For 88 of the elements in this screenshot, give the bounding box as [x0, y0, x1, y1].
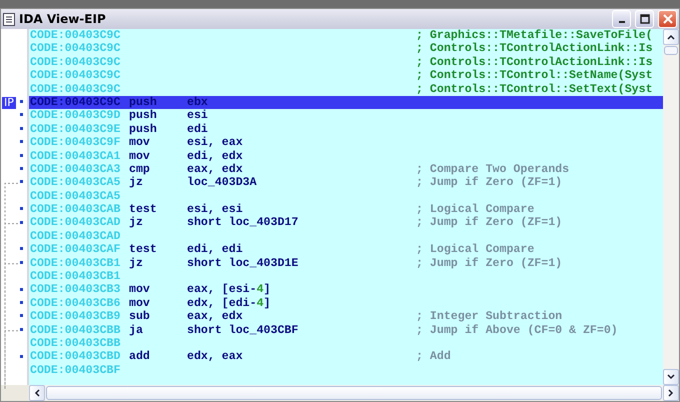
- address: CODE:00403CAD: [29, 230, 122, 244]
- chevron-right-icon: [668, 389, 674, 397]
- operands: loc_403D3A: [187, 176, 258, 190]
- window-icon: [3, 12, 15, 26]
- address: CODE:00403CB6: [29, 296, 122, 310]
- address: CODE:00403C9C: [29, 56, 122, 70]
- address: CODE:00403CBF: [29, 364, 122, 378]
- window-title: IDA View-EIP: [19, 12, 106, 26]
- operands: esi: [187, 109, 209, 123]
- mnemonic: jz: [129, 256, 144, 270]
- mnemonic: mov: [129, 296, 151, 310]
- operands: short loc_403CBF: [187, 324, 300, 337]
- mnemonic: mov: [129, 283, 151, 297]
- address: CODE:00403C9C: [29, 69, 122, 83]
- address: CODE:00403CB1: [29, 270, 122, 284]
- mnemonic: push: [129, 122, 158, 136]
- comment: ; Controls::TControlActionLink::Is: [416, 42, 653, 56]
- address: CODE:00403CAF: [29, 243, 122, 257]
- address: CODE:00403CA3: [29, 162, 122, 176]
- close-icon: [662, 14, 672, 24]
- mnemonic: cmp: [129, 162, 151, 176]
- address: CODE:00403CAB: [29, 203, 122, 216]
- chevron-left-icon: [34, 389, 40, 397]
- mnemonic: test: [129, 203, 158, 216]
- address: CODE:00403C9C: [29, 42, 122, 56]
- mnemonic: test: [129, 243, 158, 257]
- scroll-down-button[interactable]: [663, 369, 679, 385]
- minimize-button[interactable]: [612, 10, 631, 28]
- address: CODE:00403CA5: [29, 190, 122, 204]
- chevron-down-icon: [667, 374, 675, 380]
- operands: edx, [edi-4]: [187, 296, 272, 310]
- comment: ; Controls::TControlActionLink::Is: [416, 56, 653, 70]
- address: CODE:00403C9C: [29, 82, 122, 96]
- address: CODE:00403CBB: [29, 324, 122, 337]
- comment: ; Jump if Above (CF=0 & ZF=0): [416, 324, 618, 337]
- scroll-right-button[interactable]: [663, 385, 679, 401]
- scroll-left-button[interactable]: [29, 385, 45, 401]
- comment: ; Logical Compare: [416, 243, 534, 257]
- operands: short loc_403D17: [187, 216, 300, 230]
- address: CODE:00403CB9: [29, 310, 122, 324]
- comment: ; Graphics::TMetafile::SaveToFile(: [416, 29, 653, 42]
- scroll-up-button[interactable]: [663, 29, 679, 45]
- maximize-button[interactable]: [635, 10, 654, 28]
- comment: ; Add: [416, 350, 451, 364]
- comment: ; Logical Compare: [416, 203, 534, 216]
- mnemonic: jz: [129, 216, 144, 230]
- mnemonic: push: [129, 96, 158, 110]
- address: CODE:00403C9D: [29, 109, 122, 123]
- address: CODE:00403CA5: [29, 176, 122, 190]
- comment: ; Controls::TControl::SetName(Syst: [416, 69, 653, 83]
- comment: ; Controls::TControl::SetText(Syst: [416, 82, 653, 96]
- operands: eax, [esi-4]: [187, 283, 272, 297]
- address: CODE:00403CB3: [29, 283, 122, 297]
- mnemonic: push: [129, 109, 158, 123]
- address: CODE:00403C9C: [29, 96, 122, 110]
- operands: edi, edx: [187, 150, 244, 163]
- address: CODE:00403CA1: [29, 150, 122, 163]
- operands: eax, edx: [187, 310, 244, 324]
- address: CODE:00403C9F: [29, 136, 122, 150]
- operands: short loc_403D1E: [187, 256, 300, 270]
- operands: edi: [187, 122, 209, 136]
- comment: ; Integer Subtraction: [416, 310, 562, 324]
- mnemonic: jz: [129, 176, 144, 190]
- mnemonic: sub: [129, 310, 151, 324]
- operands: ebx: [187, 96, 209, 110]
- address: CODE:00403CB1: [29, 256, 122, 270]
- operands: eax, edx: [187, 162, 244, 176]
- address: CODE:00403CBD: [29, 350, 122, 364]
- chevron-up-icon: [667, 34, 675, 40]
- mnemonic: ja: [129, 324, 144, 337]
- operands: esi, esi: [187, 203, 244, 216]
- comment: ; Jump if Zero (ZF=1): [416, 216, 562, 230]
- comment: ; Jump if Zero (ZF=1): [416, 176, 562, 190]
- address: CODE:00403CAD: [29, 216, 122, 230]
- address: CODE:00403CBB: [29, 336, 122, 350]
- close-button[interactable]: [658, 10, 677, 28]
- address: CODE:00403C9E: [29, 122, 122, 136]
- mnemonic: add: [129, 350, 151, 364]
- comment: ; Jump if Zero (ZF=1): [416, 256, 562, 270]
- operands: esi, eax: [187, 136, 244, 150]
- ip-label: IP: [2, 97, 16, 109]
- address: CODE:00403C9C: [29, 29, 122, 42]
- mnemonic: mov: [129, 136, 151, 150]
- operands: edi, edi: [187, 243, 244, 257]
- comment: ; Compare Two Operands: [416, 162, 570, 176]
- maximize-icon: [640, 14, 650, 24]
- mnemonic: mov: [129, 150, 151, 163]
- operands: edx, eax: [187, 350, 244, 364]
